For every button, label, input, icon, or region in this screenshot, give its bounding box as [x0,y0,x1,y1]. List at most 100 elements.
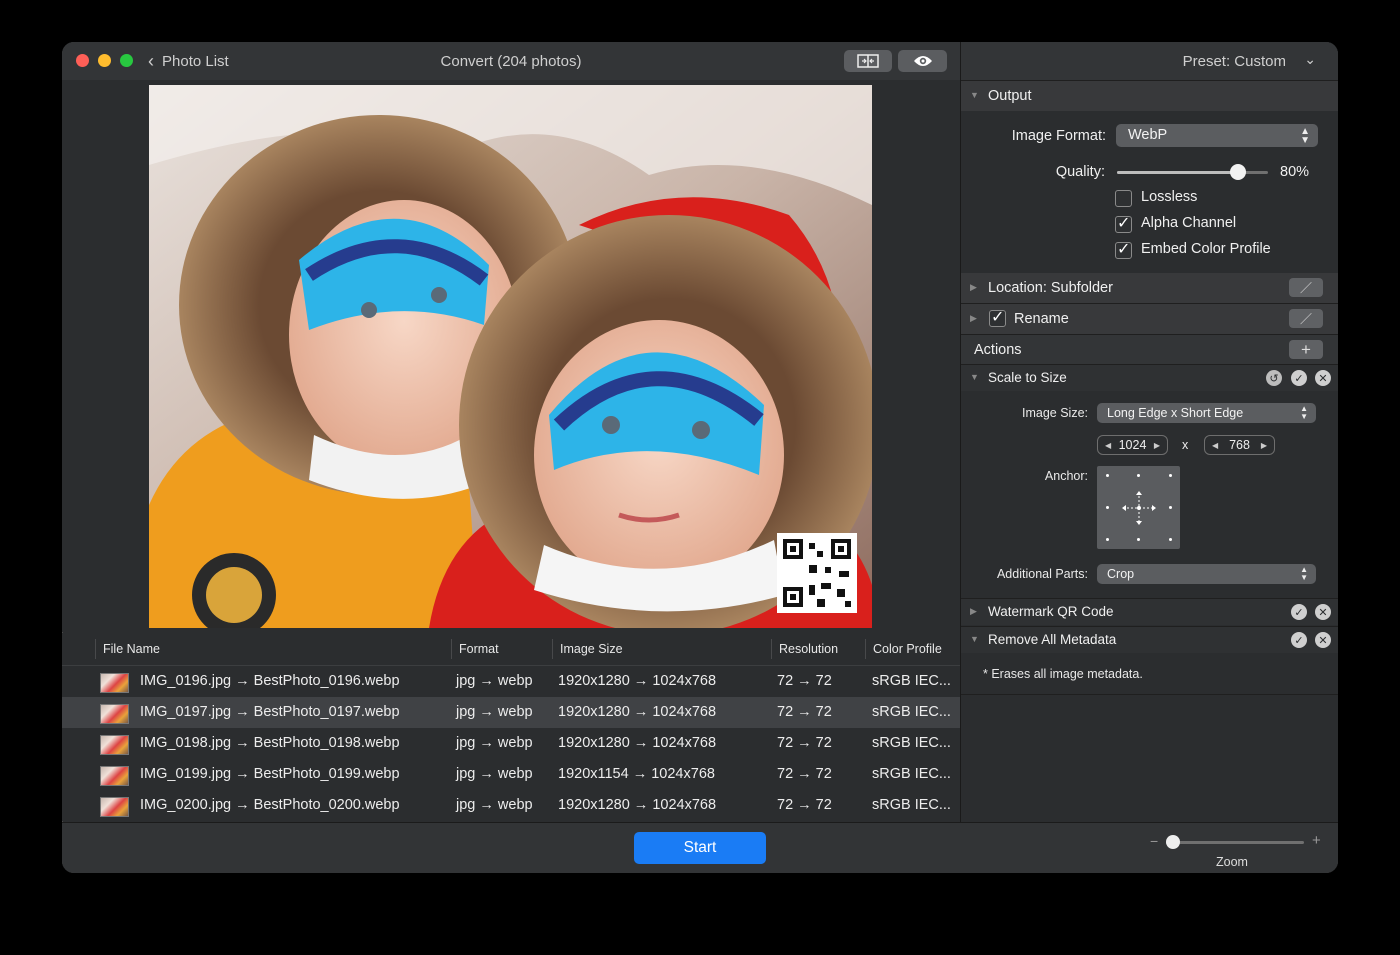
edit-rename-button[interactable]: ／ [1289,309,1323,328]
table-row-selected[interactable]: IMG_0197.jpg → BestPhoto_0197.webp jpg →… [62,697,960,728]
rename-checkbox[interactable]: ✓ [989,309,1006,327]
app-window: ‹ Photo List Convert (204 photos) File N… [62,42,1338,873]
file-name-cell: IMG_0197.jpg → BestPhoto_0197.webp [140,704,400,720]
height-value[interactable]: 768 [1229,438,1250,452]
remove-action-icon[interactable]: ✕ [1315,632,1331,648]
column-header-file-name[interactable]: File Name [103,642,160,656]
scale-section-title: Scale to Size [988,370,1067,385]
image-size-cell: 1920x1280 → 1024x768 [558,735,717,751]
quality-value: 80% [1280,164,1310,180]
back-label: Photo List [162,52,229,70]
location-label: Location: Subfolder [988,280,1113,296]
anchor-point[interactable] [1106,506,1109,509]
lossless-checkbox[interactable] [1115,190,1132,207]
increment-arrow-icon[interactable]: ▶ [1154,441,1160,450]
column-header-resolution[interactable]: Resolution [779,642,838,656]
preset-selector[interactable]: Preset: Custom [1183,53,1286,70]
column-header-format[interactable]: Format [459,642,499,656]
edit-location-button[interactable]: ／ [1289,278,1323,297]
zoom-slider-thumb[interactable] [1165,835,1180,849]
column-header-color-profile[interactable]: Color Profile [873,642,942,656]
chevron-down-icon[interactable]: ⌄ [1304,51,1316,68]
quality-slider-fill [1117,171,1238,174]
decrement-arrow-icon[interactable]: ◀ [1105,441,1111,450]
start-button[interactable]: Start [634,832,766,864]
minimize-window-button[interactable] [98,54,111,67]
checkmark-icon: ✓ [1117,241,1131,258]
increment-arrow-icon[interactable]: ▶ [1261,441,1267,450]
table-row[interactable]: IMG_0199.jpg → BestPhoto_0199.webp jpg →… [62,759,960,790]
format-cell: jpg → webp [456,735,533,751]
alpha-channel-checkbox[interactable]: ✓ [1115,215,1132,233]
enable-check-icon[interactable]: ✓ [1291,604,1307,620]
move-arrows-icon [1122,491,1156,525]
divider [961,694,1338,695]
zoom-window-button[interactable] [120,54,133,67]
add-action-button[interactable]: + [1289,340,1323,359]
preview-toggle-button[interactable] [898,50,947,72]
anchor-point[interactable] [1169,506,1172,509]
anchor-point[interactable] [1169,538,1172,541]
image-size-cell: 1920x1280 → 1024x768 [558,673,717,689]
width-value[interactable]: 1024 [1119,438,1147,452]
image-size-select[interactable]: Long Edge x Short Edge ▲ ▼ [1097,403,1316,423]
image-format-value: WebP [1128,127,1168,143]
width-stepper[interactable]: ◀ 1024 ▶ [1097,435,1168,455]
watermark-label: Watermark QR Code [988,604,1114,619]
additional-parts-select[interactable]: Crop ▲ ▼ [1097,564,1316,584]
height-stepper[interactable]: ◀ 768 ▶ [1204,435,1275,455]
actions-label: Actions [974,342,1022,358]
disclosure-open-icon: ▼ [970,372,979,382]
scale-section-header[interactable]: ▼ Scale to Size ↺ ✓ ✕ [961,365,1338,391]
additional-parts-value: Crop [1107,567,1135,581]
reset-icon[interactable]: ↺ [1266,370,1282,386]
remove-action-icon[interactable]: ✕ [1315,604,1331,620]
zoom-out-icon[interactable]: − [1150,833,1158,849]
resolution-cell: 72 → 72 [777,797,832,813]
photo-illustration [149,85,872,628]
disclosure-open-icon: ▼ [970,634,979,644]
checkmark-icon: ✓ [991,309,1005,326]
metadata-section-header[interactable]: ▼ Remove All Metadata ✓ ✕ [961,627,1338,653]
image-size-label: Image Size: [1021,406,1088,420]
photo-thumbnail [100,704,129,724]
enable-check-icon[interactable]: ✓ [1291,632,1307,648]
photo-thumbnail [100,735,129,755]
anchor-point[interactable] [1106,474,1109,477]
remove-action-icon[interactable]: ✕ [1315,370,1331,386]
quality-slider-thumb[interactable] [1229,164,1246,180]
disclosure-closed-icon: ▶ [970,313,977,323]
zoom-in-icon[interactable]: + [1312,832,1321,849]
anchor-point[interactable] [1169,474,1172,477]
anchor-point[interactable] [1137,538,1140,541]
up-down-arrows-icon: ▲ ▼ [1300,565,1308,582]
decrement-arrow-icon[interactable]: ◀ [1212,441,1218,450]
back-button[interactable]: ‹ Photo List [148,52,229,70]
additional-parts-label: Additional Parts: [996,567,1088,581]
zoom-slider-track[interactable] [1166,841,1304,844]
table-row[interactable]: IMG_0200.jpg → BestPhoto_0200.webp jpg →… [62,790,960,821]
enable-check-icon[interactable]: ✓ [1291,370,1307,386]
image-size-cell: 1920x1154 → 1024x768 [558,766,715,782]
close-window-button[interactable] [76,54,89,67]
column-header-image-size[interactable]: Image Size [560,642,623,656]
table-row[interactable]: IMG_0196.jpg → BestPhoto_0196.webp jpg →… [62,666,960,697]
up-down-arrows-icon: ▲ ▼ [1300,404,1308,421]
column-separator [865,639,866,659]
embed-color-profile-checkbox[interactable]: ✓ [1115,241,1132,259]
table-row[interactable]: IMG_0198.jpg → BestPhoto_0198.webp jpg →… [62,728,960,759]
file-name-cell: IMG_0196.jpg → BestPhoto_0196.webp [140,673,400,689]
watermark-section-header[interactable]: ▶ Watermark QR Code ✓ ✕ [961,599,1338,625]
anchor-picker[interactable] [1097,466,1180,549]
anchor-point[interactable] [1106,538,1109,541]
anchor-point[interactable] [1137,474,1140,477]
location-section-header[interactable]: ▶ Location: Subfolder ／ [961,273,1338,303]
checkmark-icon: ✓ [1117,215,1131,232]
image-format-select[interactable]: WebP ▲ ▼ [1116,124,1318,147]
file-name-cell: IMG_0199.jpg → BestPhoto_0199.webp [140,766,400,782]
resolution-cell: 72 → 72 [777,735,832,751]
compare-button[interactable] [844,50,892,72]
preview-photo [149,85,872,628]
output-section-header[interactable]: ▼ Output [961,81,1338,111]
rename-section-header[interactable]: ▶ ✓ Rename ／ [961,304,1338,334]
